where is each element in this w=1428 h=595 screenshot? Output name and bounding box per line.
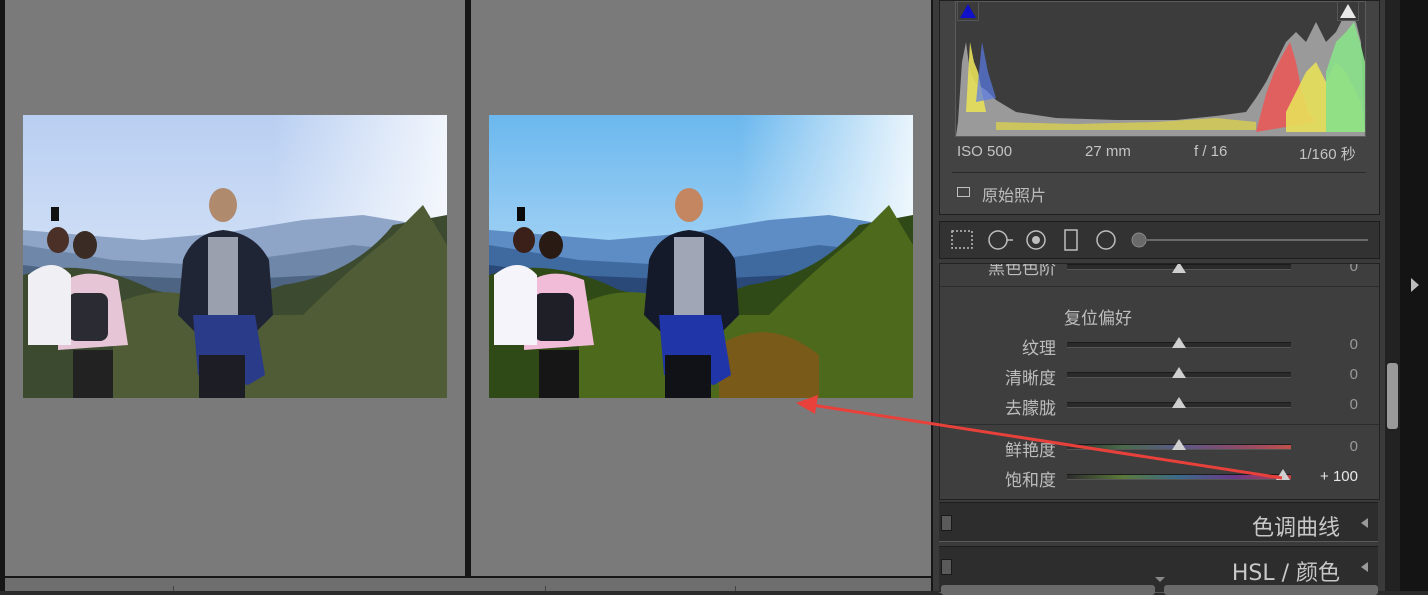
iso-readout: ISO 500 <box>957 143 1013 160</box>
highlight-clipping-toggle[interactable] <box>1337 1 1359 21</box>
clarity-value[interactable]: 0 <box>1300 366 1358 383</box>
previous-button[interactable] <box>941 585 1155 595</box>
texture-value[interactable]: 0 <box>1300 336 1358 353</box>
reset-button[interactable] <box>1164 585 1378 595</box>
original-photo-checkbox[interactable] <box>957 187 970 197</box>
before-pane <box>5 0 465 576</box>
texture-label: 纹理 <box>1022 339 1056 359</box>
presence-panel: 黑色色阶 0 复位偏好 纹理 0 清晰度 0 去朦胧 0 鲜艳度 0 饱和度 +… <box>939 263 1380 500</box>
graduated-filter-icon[interactable] <box>1064 229 1078 251</box>
dehaze-label: 去朦胧 <box>1005 399 1056 419</box>
blacks-label: 黑色色阶 <box>988 263 1056 279</box>
divider <box>952 172 1366 173</box>
aperture-readout: f / 16 <box>1194 143 1228 160</box>
vibrance-value[interactable]: 0 <box>1300 438 1358 455</box>
saturation-value[interactable]: + 100 <box>1300 468 1358 485</box>
tone-curve-section-header[interactable]: 色调曲线 <box>939 502 1378 542</box>
texture-slider-thumb[interactable] <box>1172 337 1186 348</box>
vibrance-slider-thumb[interactable] <box>1172 439 1186 450</box>
reset-preferences-label[interactable]: 复位偏好 <box>1064 304 1132 329</box>
dehaze-value[interactable]: 0 <box>1300 396 1358 413</box>
saturation-label: 饱和度 <box>1005 471 1056 491</box>
brush-size-slider[interactable] <box>1131 232 1368 248</box>
saturation-slider-thumb[interactable] <box>1276 469 1290 480</box>
shadow-clipping-toggle[interactable] <box>957 1 979 21</box>
right-edge-strip <box>1400 0 1428 591</box>
histogram-panel: ISO 500 27 mm f / 16 1/160 秒 原始照片 <box>939 0 1380 215</box>
before-photo[interactable] <box>23 115 447 398</box>
hsl-title: HSL / 颜色 <box>1231 561 1340 586</box>
blacks-value[interactable]: 0 <box>1300 264 1358 275</box>
collapse-arrow-icon[interactable] <box>1361 518 1368 528</box>
blacks-slider-thumb[interactable] <box>1172 264 1186 273</box>
collapse-panel-arrow-icon[interactable] <box>1411 278 1419 292</box>
original-photo-label: 原始照片 <box>982 186 1047 205</box>
panel-scrollbar-thumb[interactable] <box>1387 363 1398 429</box>
hsl-toggle-switch[interactable] <box>941 559 952 575</box>
tone-curve-toggle-switch[interactable] <box>941 515 952 531</box>
focal-length-readout: 27 mm <box>1085 143 1131 160</box>
crop-overlay-icon[interactable] <box>951 230 973 249</box>
collapse-arrow-icon[interactable] <box>1361 562 1368 572</box>
histogram-graph[interactable] <box>955 1 1366 137</box>
clarity-slider-thumb[interactable] <box>1172 367 1186 378</box>
compare-view <box>0 0 933 591</box>
shutter-readout: 1/160 秒 <box>1299 146 1356 163</box>
filmstrip-bar <box>5 578 931 591</box>
radial-filter-icon[interactable] <box>1096 230 1116 250</box>
divider <box>940 424 1379 425</box>
saturation-slider-track[interactable] <box>1067 474 1291 480</box>
dehaze-slider-thumb[interactable] <box>1172 397 1186 408</box>
caret-down-icon <box>1155 577 1165 582</box>
panel-scrollbar[interactable] <box>1385 0 1400 591</box>
spot-removal-icon[interactable] <box>988 230 1013 250</box>
vibrance-label: 鲜艳度 <box>1005 441 1056 461</box>
after-photo[interactable] <box>489 115 913 398</box>
tone-curve-title: 色调曲线 <box>1251 516 1340 541</box>
divider <box>940 286 1379 287</box>
after-pane <box>471 0 931 576</box>
red-eye-icon[interactable] <box>1026 230 1046 250</box>
clarity-label: 清晰度 <box>1005 369 1056 389</box>
tool-strip <box>939 221 1380 259</box>
